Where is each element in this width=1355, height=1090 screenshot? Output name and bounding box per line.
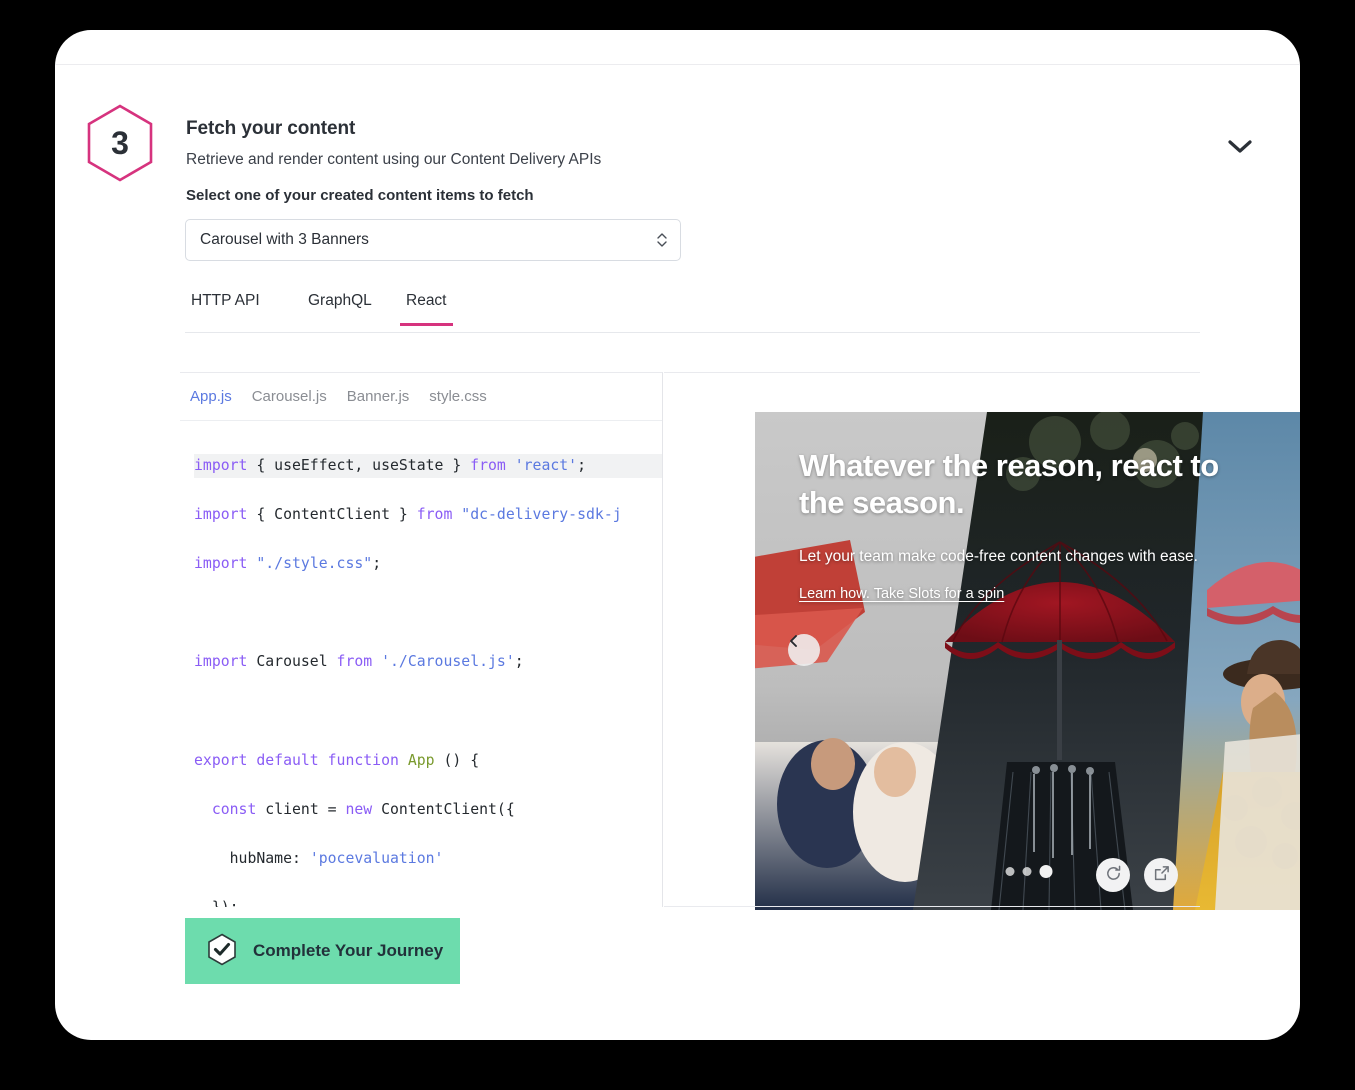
banner-cta-link[interactable]: Learn how. Take Slots for a spin bbox=[799, 586, 1004, 602]
refresh-button[interactable] bbox=[1096, 857, 1130, 892]
code-line: import { ContentClient } from "dc-delive… bbox=[194, 505, 622, 523]
open-in-new-button[interactable] bbox=[1144, 857, 1178, 892]
banner-copy: Whatever the reason, react to the season… bbox=[799, 448, 1251, 603]
refresh-icon bbox=[1105, 865, 1122, 885]
code-line: export default function App () { bbox=[194, 751, 480, 769]
content-select-label: Select one of your created content items… bbox=[186, 187, 534, 204]
select-updown-caret-icon bbox=[656, 231, 668, 249]
code-line: hubName: 'pocevaluation' bbox=[194, 850, 444, 868]
preview-panel: Whatever the reason, react to the season… bbox=[664, 372, 1300, 910]
carousel-preview: Whatever the reason, react to the season… bbox=[755, 412, 1300, 910]
file-tab-carousel-js[interactable]: Carousel.js bbox=[252, 388, 327, 405]
file-tab-app-js[interactable]: App.js bbox=[190, 388, 232, 405]
page-title: Fetch your content bbox=[186, 118, 356, 139]
banner-body: Let your team make code-free content cha… bbox=[799, 547, 1198, 565]
api-tablist: HTTP API GraphQL React bbox=[185, 291, 1200, 333]
file-tab-style-css[interactable]: style.css bbox=[429, 388, 487, 405]
code-editor[interactable]: import { useEffect, useState } from 'rea… bbox=[180, 421, 662, 907]
step-header: 3 Fetch your content Retrieve and render… bbox=[55, 65, 1300, 185]
step-card: 3 Fetch your content Retrieve and render… bbox=[55, 30, 1300, 1040]
complete-journey-label: Complete Your Journey bbox=[253, 941, 444, 960]
page-subtitle: Retrieve and render content using our Co… bbox=[186, 151, 602, 168]
collapse-section-button[interactable] bbox=[1220, 127, 1260, 167]
tab-react[interactable]: React bbox=[400, 291, 453, 326]
tab-graphql[interactable]: GraphQL bbox=[302, 291, 378, 323]
code-line: }); bbox=[194, 896, 662, 907]
content-select-value: Carousel with 3 Banners bbox=[200, 231, 369, 248]
code-preview-area: App.js Carousel.js Banner.js style.css i… bbox=[180, 342, 1300, 922]
file-tab-banner-js[interactable]: Banner.js bbox=[347, 388, 410, 405]
external-link-icon bbox=[1153, 865, 1170, 885]
code-line: const client = new ContentClient({ bbox=[211, 800, 515, 818]
banner-headline: Whatever the reason, react to the season… bbox=[799, 448, 1219, 520]
carousel-dot-3[interactable] bbox=[1039, 865, 1053, 878]
carousel-prev-button[interactable] bbox=[788, 634, 820, 666]
preview-toolbar bbox=[664, 843, 1200, 907]
carousel-dot-1[interactable] bbox=[1005, 867, 1015, 876]
complete-journey-button[interactable]: Complete Your Journey bbox=[185, 918, 460, 984]
carousel-dots bbox=[1005, 865, 1053, 878]
step-number: 3 bbox=[111, 124, 129, 161]
chevron-down-icon bbox=[1227, 139, 1253, 155]
hexagon-check-icon bbox=[207, 933, 237, 969]
content-select[interactable]: Carousel with 3 Banners bbox=[185, 219, 681, 261]
screen-root: 3 Fetch your content Retrieve and render… bbox=[0, 0, 1355, 1090]
step-number-hexagon-icon: 3 bbox=[85, 103, 155, 183]
code-line: import "./style.css"; bbox=[194, 554, 382, 572]
code-line: import Carousel from './Carousel.js'; bbox=[194, 653, 524, 671]
tab-http-api[interactable]: HTTP API bbox=[185, 291, 266, 323]
carousel-dot-2[interactable] bbox=[1022, 867, 1032, 876]
content-select-wrapper: Carousel with 3 Banners bbox=[185, 219, 681, 261]
banner-slide: Whatever the reason, react to the season… bbox=[755, 412, 1300, 910]
code-line: import { useEffect, useState } from 'rea… bbox=[194, 453, 662, 479]
file-tablist: App.js Carousel.js Banner.js style.css bbox=[180, 373, 662, 421]
code-panel: App.js Carousel.js Banner.js style.css i… bbox=[180, 372, 663, 907]
